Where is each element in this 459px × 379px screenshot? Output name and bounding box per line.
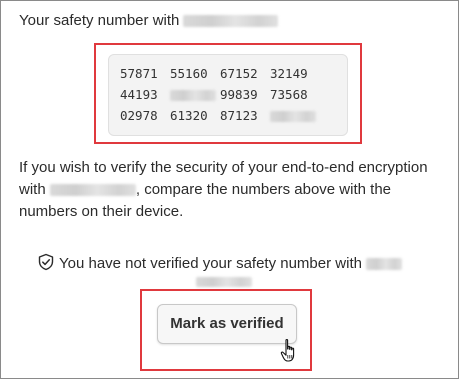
shield-check-icon bbox=[38, 253, 54, 271]
safety-number-title: Your safety number with bbox=[19, 11, 279, 31]
redacted-contact-name bbox=[183, 15, 279, 28]
redacted-contact-name bbox=[365, 258, 402, 271]
redacted-contact-name bbox=[49, 184, 136, 197]
verification-status: You have not verified your safety number… bbox=[37, 253, 402, 274]
hand-cursor-icon bbox=[280, 338, 295, 362]
redacted-contact-name bbox=[196, 277, 252, 287]
verification-explanation: If you wish to verify the security of yo… bbox=[19, 157, 439, 223]
numbers-highlight-box bbox=[94, 43, 362, 144]
status-text: You have not verified your safety number… bbox=[59, 255, 362, 272]
safety-title-text: Your safety number with bbox=[19, 12, 180, 29]
